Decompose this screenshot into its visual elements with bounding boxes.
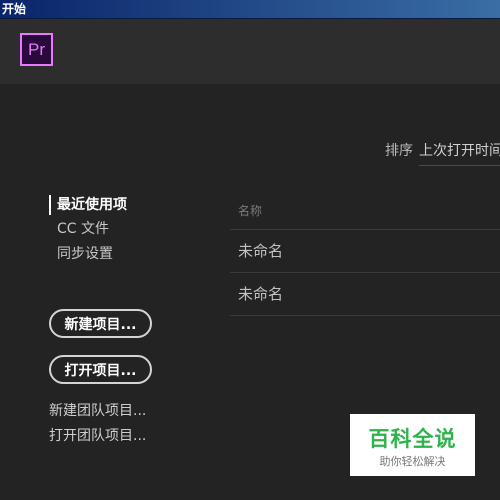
sort-label: 排序 — [385, 143, 413, 159]
open-team-project-link[interactable]: 打开团队项目... — [49, 425, 146, 445]
window-title: 开始 — [2, 2, 27, 16]
nav-item-recent[interactable]: 最近使用项 — [49, 195, 127, 215]
nav-item-sync-settings[interactable]: 同步设置 — [49, 244, 127, 269]
watermark-badge: 百科全说 助你轻松解决 — [350, 414, 475, 476]
new-team-project-link[interactable]: 新建团队项目... — [49, 400, 146, 420]
watermark-title: 百科全说 — [368, 427, 457, 451]
table-row[interactable]: 未命名 — [230, 230, 500, 273]
sort-control[interactable]: 排序 上次打开时间 — [385, 140, 500, 166]
sort-dropdown[interactable]: 上次打开时间 — [419, 140, 500, 166]
open-project-button[interactable]: 打开项目... — [49, 355, 152, 384]
logo-text: Pr — [28, 40, 45, 59]
sidebar-nav: 最近使用项 CC 文件 同步设置 — [49, 195, 127, 269]
window-titlebar: 开始 — [0, 0, 500, 19]
recent-projects-table: 名称 未命名 未命名 — [230, 194, 500, 316]
table-row[interactable]: 未命名 — [230, 273, 500, 316]
watermark-subtitle: 助你轻松解决 — [379, 455, 446, 468]
new-project-button[interactable]: 新建项目... — [49, 309, 152, 338]
nav-item-cc-files[interactable]: CC 文件 — [49, 219, 127, 244]
column-header-name[interactable]: 名称 — [230, 194, 500, 230]
app-header: Pr — [0, 19, 500, 84]
premiere-logo-icon: Pr — [20, 33, 53, 66]
